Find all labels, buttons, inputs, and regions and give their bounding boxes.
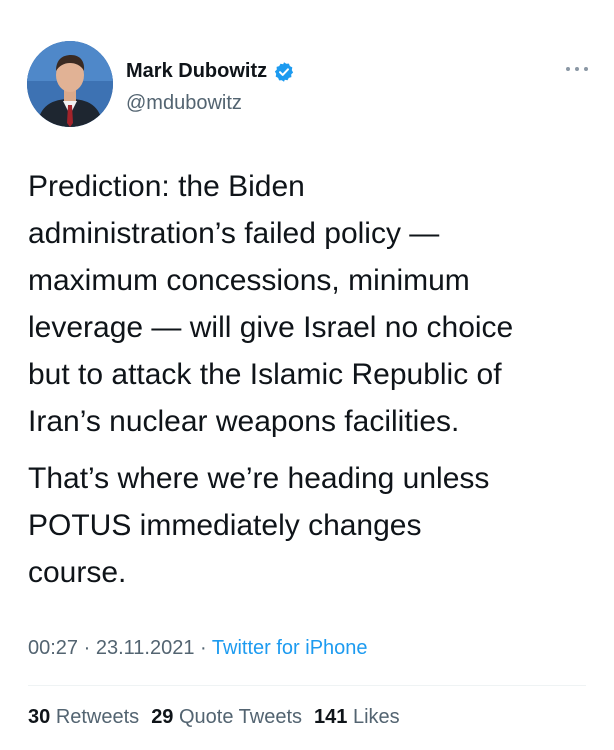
quote-tweets-label: Quote Tweets	[179, 706, 303, 728]
verified-badge-icon	[273, 61, 295, 83]
likes-count: 141	[314, 706, 348, 728]
more-options-icon[interactable]	[564, 64, 590, 74]
divider	[28, 685, 586, 686]
tweet-time[interactable]: 00:27	[28, 637, 78, 659]
avatar[interactable]	[27, 41, 113, 127]
meta-separator: ·	[200, 637, 207, 659]
avatar-image	[27, 41, 113, 127]
author-name[interactable]: Mark Dubowitz	[126, 60, 267, 83]
tweet-text-paragraph-2: That’s where we’re heading unless POTUS …	[28, 462, 490, 589]
retweets-count: 30	[28, 706, 51, 728]
likes-stat[interactable]: 141 Likes	[314, 706, 400, 729]
tweet-date[interactable]: 23.11.2021	[96, 637, 195, 659]
tweet-text-paragraph-1: Prediction: the Biden administration’s f…	[28, 170, 514, 438]
engagement-stats: 30 Retweets 29 Quote Tweets 141 Likes	[28, 706, 412, 729]
quote-tweets-count: 29	[151, 706, 174, 728]
tweet-source-link[interactable]: Twitter for iPhone	[212, 637, 368, 659]
retweets-stat[interactable]: 30 Retweets	[28, 706, 139, 729]
meta-separator: ·	[83, 637, 91, 659]
retweets-label: Retweets	[55, 706, 140, 728]
quote-tweets-stat[interactable]: 29 Quote Tweets	[151, 706, 302, 729]
tweet-card: Mark Dubowitz @mdubowitz Prediction: the…	[0, 0, 614, 750]
author-handle[interactable]: @mdubowitz	[126, 92, 242, 115]
tweet-metadata: 00:27 · 23.11.2021 · Twitter for iPhone	[28, 637, 368, 660]
likes-label: Likes	[352, 706, 400, 728]
author-name-row[interactable]: Mark Dubowitz	[126, 60, 295, 83]
